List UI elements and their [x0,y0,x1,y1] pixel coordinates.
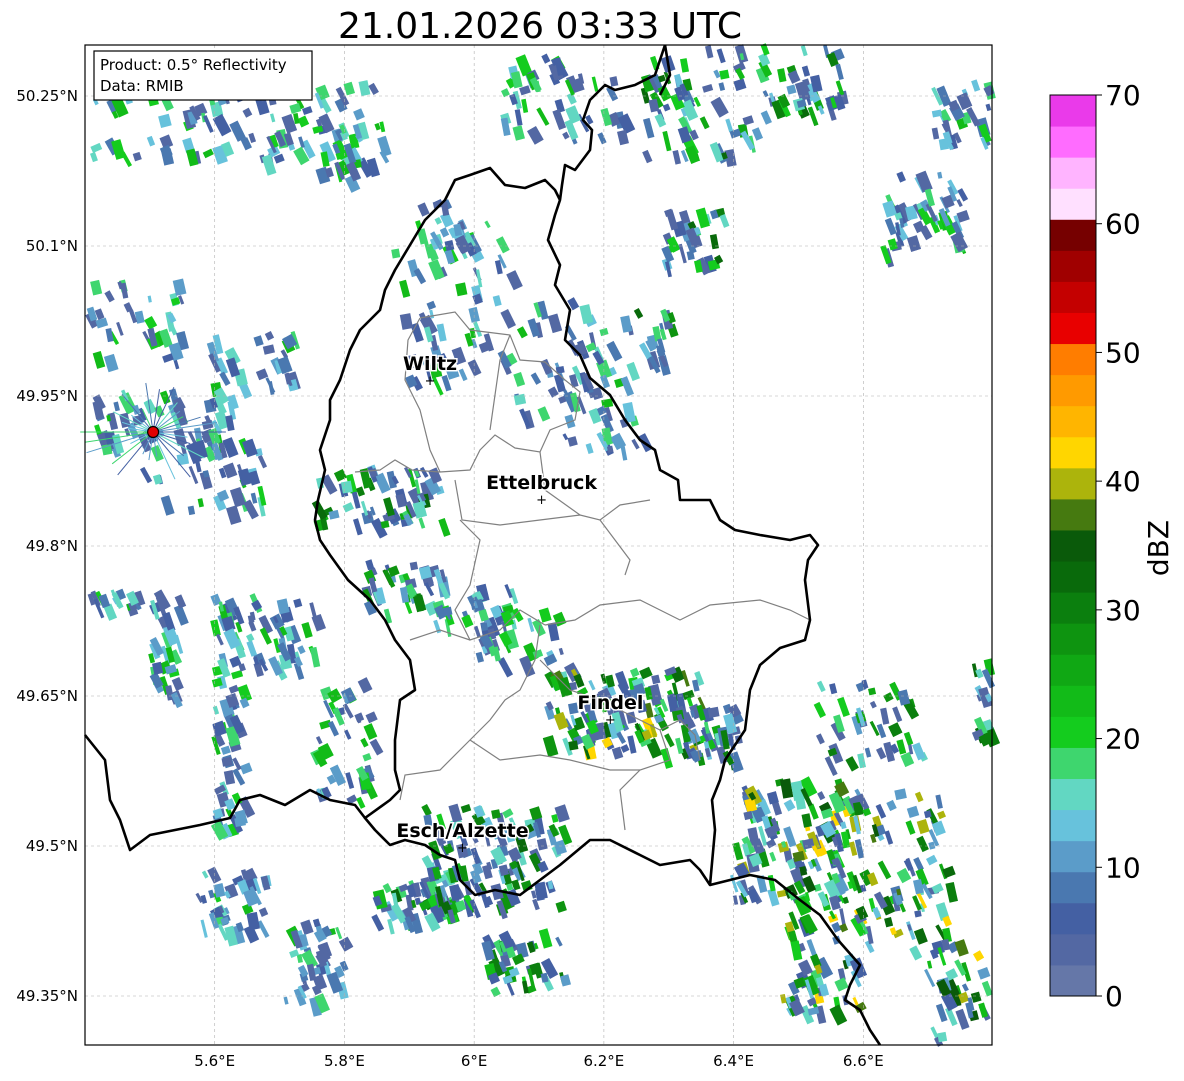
colorbar-segment [1050,312,1096,345]
colorbar-tick-label: 60 [1105,208,1141,241]
echo-cell [513,393,527,406]
echo-cell [719,69,730,80]
echo-cell [938,138,950,151]
city-marker: + [536,493,547,508]
radar-site-dot [147,425,160,439]
echo-cell [491,809,501,819]
lat-tick-label: 49.95°N [16,387,78,405]
colorbar-segment [1050,964,1096,997]
colorbar-segment [1050,871,1096,904]
lon-tick-label: 6.6°E [843,1052,884,1070]
lat-tick-label: 50.1°N [26,237,78,255]
colorbar-segment [1050,623,1096,655]
colorbar-segment [1050,747,1096,780]
colorbar-segment [1050,902,1096,935]
colorbar-segment [1050,188,1096,220]
echo-cell [937,1031,948,1043]
info-data-source: Data: RMIB [100,77,184,95]
colorbar-tick-label: 0 [1105,980,1123,1013]
info-product: Product: 0.5° Reflectivity [100,56,287,74]
lon-tick-label: 5.8°E [324,1052,365,1070]
colorbar-segment [1050,157,1096,189]
city-marker: + [457,841,468,856]
colorbar-tick-label: 20 [1105,723,1141,756]
colorbar-segment [1050,95,1096,127]
lon-tick-label: 6°E [461,1052,488,1070]
colorbar-segment [1050,219,1096,251]
lat-tick-label: 49.8°N [26,537,78,555]
city-marker: + [425,374,436,389]
colorbar-segment [1050,343,1096,376]
colorbar-segment [1050,126,1096,158]
colorbar-segment [1050,436,1096,469]
radar-map-figure: 21.01.2026 03:33 UTC Product: 0.5° Refle… [16,6,1175,1070]
map-title: 21.01.2026 03:33 UTC [338,6,742,47]
echo-cell [707,706,720,719]
colorbar-tick-label: 70 [1105,79,1141,112]
colorbar-segment [1050,405,1096,438]
colorbar-segment [1050,498,1096,531]
echo-cell [568,740,579,751]
colorbar-tick-label: 50 [1105,336,1141,369]
lat-tick-label: 49.35°N [16,987,78,1005]
colorbar-segment [1050,716,1096,748]
colorbar-segment [1050,250,1096,282]
echo-cell [409,561,419,571]
colorbar-tick-label: 40 [1105,465,1141,498]
lat-tick-label: 50.25°N [16,87,78,105]
colorbar-segment [1050,281,1096,313]
colorbar-segment [1050,592,1096,624]
colorbar-tick-label: 30 [1105,594,1141,627]
lon-tick-label: 6.4°E [713,1052,754,1070]
city-label: Ettelbruck [486,472,597,494]
lon-tick-label: 5.6°E [194,1052,235,1070]
radar-site-marker [147,425,160,439]
map-panel [80,43,1001,1047]
colorbar-segment [1050,933,1096,966]
colorbar: 0 10 20 30 40 50 60 70 dBZ [1049,79,1175,1013]
colorbar-segment [1050,654,1096,686]
colorbar-segment [1050,809,1096,842]
echo-cell [340,480,353,494]
lat-tick-label: 49.5°N [26,837,78,855]
colorbar-segment [1050,467,1096,500]
info-box: Product: 0.5° Reflectivity Data: RMIB [93,50,313,101]
echo-cell [221,756,233,767]
lon-tick-label: 6.2°E [583,1052,624,1070]
city-marker: + [605,713,616,728]
colorbar-segment [1050,840,1096,873]
echo-cell [391,248,401,259]
colorbar-label: dBZ [1142,520,1175,576]
echo-cell [914,910,922,918]
lat-tick-label: 49.65°N [16,687,78,705]
colorbar-segment [1050,561,1096,593]
colorbar-segment [1050,529,1096,562]
city-label: Findel [577,692,643,714]
colorbar-segment [1050,778,1096,811]
colorbar-segment [1050,685,1096,717]
city-label: Esch/Alzette [396,820,528,842]
colorbar-segment [1050,374,1096,407]
colorbar-tick-label: 10 [1105,851,1141,884]
city-label: Wiltz [403,353,457,375]
